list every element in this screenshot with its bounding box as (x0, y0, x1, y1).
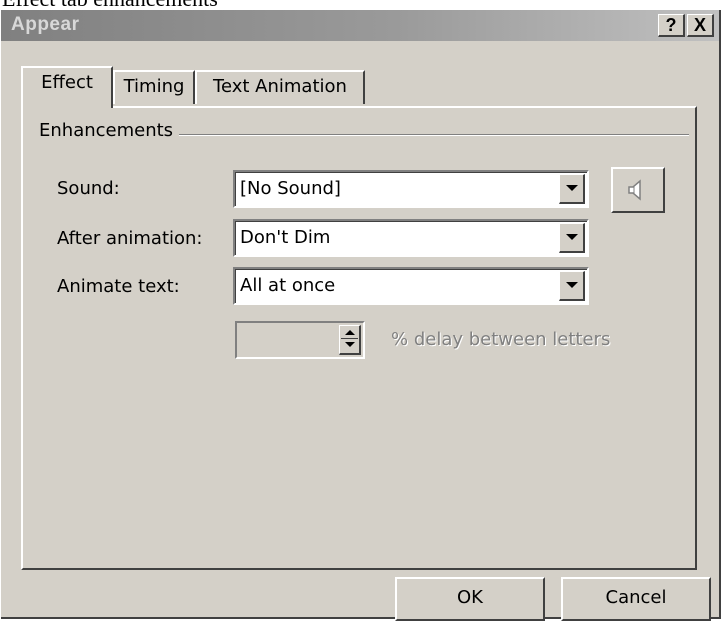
tab-text-animation[interactable]: Text Animation (195, 70, 365, 104)
sound-value: [No Sound] (240, 178, 341, 199)
close-button[interactable]: X (687, 14, 714, 37)
document-caption: Effect tab enhancements (0, 0, 723, 10)
sound-label: Sound: (57, 178, 120, 199)
appear-dialog: Appear ? X Effect Timing Text Animation … (1, 10, 721, 621)
enhancements-group-label: Enhancements (39, 120, 180, 141)
delay-label: % delay between letters (391, 329, 611, 350)
delay-spinner[interactable] (235, 321, 365, 359)
spinner-buttons[interactable] (339, 325, 361, 355)
after-animation-label: After animation: (57, 228, 203, 249)
chevron-down-icon[interactable] (559, 271, 585, 301)
animate-text-label: Animate text: (57, 276, 180, 297)
sound-dropdown[interactable]: [No Sound] (233, 170, 589, 208)
help-button[interactable]: ? (658, 14, 685, 37)
animate-text-dropdown[interactable]: All at once (233, 267, 589, 305)
ok-button[interactable]: OK (395, 577, 545, 621)
tab-timing[interactable]: Timing (113, 70, 195, 104)
spin-up-icon[interactable] (345, 330, 355, 335)
after-animation-dropdown[interactable]: Don't Dim (233, 219, 589, 257)
chevron-down-icon[interactable] (559, 223, 585, 253)
effect-tab-panel: Enhancements Sound: [No Sound] After ani… (21, 106, 697, 570)
after-animation-value: Don't Dim (240, 227, 331, 248)
spinner-divider (341, 338, 358, 339)
sound-settings-button[interactable] (611, 167, 665, 213)
chevron-down-icon[interactable] (559, 174, 585, 204)
animate-text-value: All at once (240, 275, 336, 296)
dialog-title: Appear (11, 14, 80, 35)
title-bar[interactable]: Appear ? X (1, 10, 719, 41)
cancel-button[interactable]: Cancel (561, 577, 711, 621)
speaker-icon (628, 179, 641, 201)
tab-effect[interactable]: Effect (21, 66, 113, 108)
spin-down-icon[interactable] (345, 342, 355, 347)
